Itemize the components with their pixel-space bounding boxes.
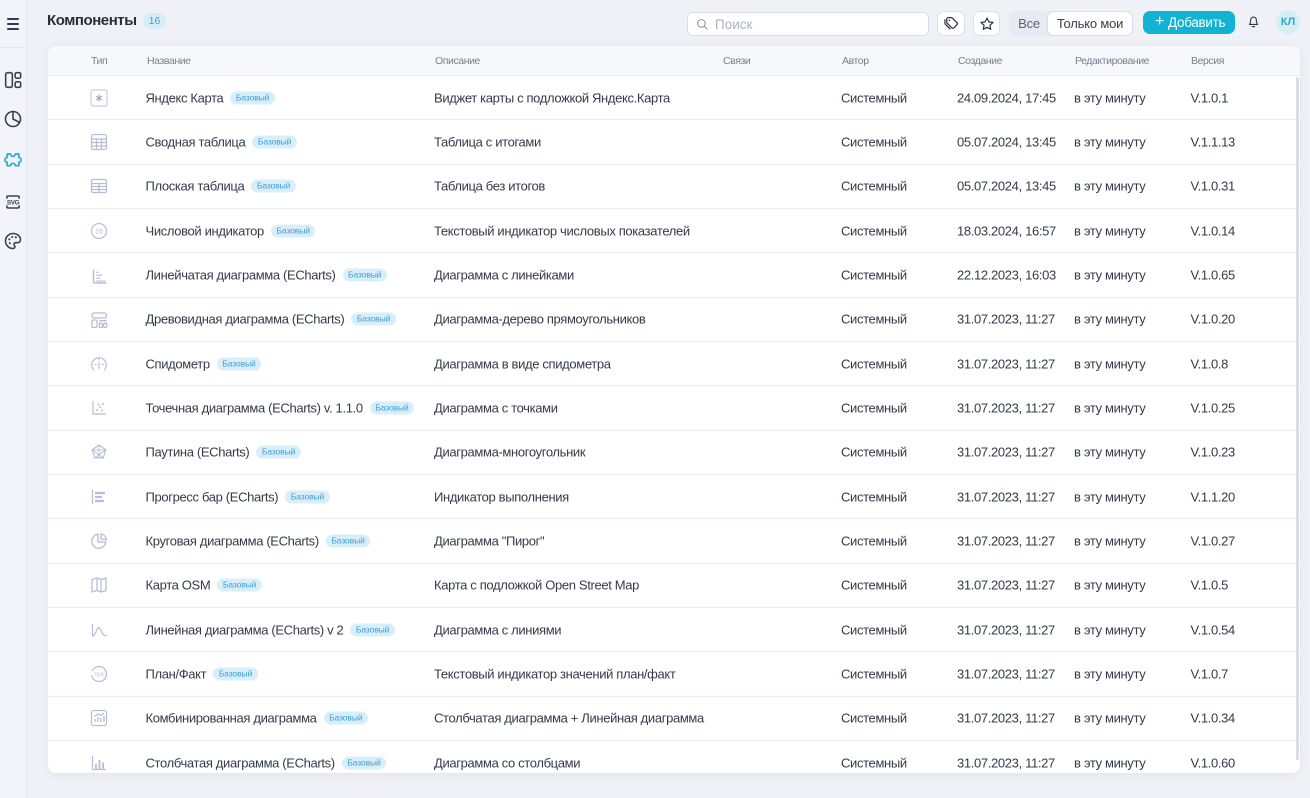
svg-text:75%: 75% <box>93 672 104 678</box>
svg-text:SVG: SVG <box>7 200 20 207</box>
svg-text:16: 16 <box>95 228 103 235</box>
